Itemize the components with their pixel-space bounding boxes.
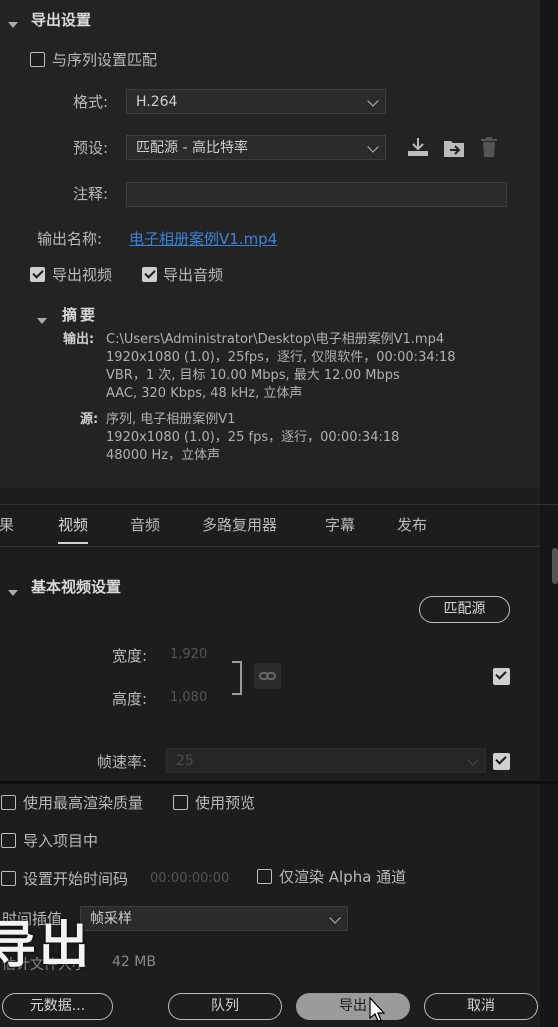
tab-publish[interactable]: 发布 [397,514,427,535]
export-video-label: 导出视频 [52,266,113,284]
comments-label: 注释: [73,185,109,203]
estimated-file-size-value: 42 MB [112,954,156,970]
import-into-project-checkbox[interactable] [1,833,16,848]
summary-output-label: 输出: [63,332,95,347]
match-sequence-checkbox[interactable] [30,52,45,67]
max-render-quality-label: 使用最高渲染质量 [23,794,144,812]
export-button[interactable]: 导出 [296,993,410,1020]
chevron-down-icon [467,754,479,766]
format-select[interactable]: H.264 [126,89,386,114]
link-dimensions-icon[interactable] [254,663,281,689]
preset-value: 匹配源 - 高比特率 [136,140,248,156]
format-value: H.264 [136,94,178,110]
match-source-button[interactable]: 匹配源 [419,596,510,623]
summary-source-line: 48000 Hz，立体声 [106,448,221,463]
chevron-down-icon [329,912,341,924]
max-render-quality-checkbox[interactable] [1,795,16,810]
output-name-label: 输出名称: [37,230,103,248]
export-video-checkbox[interactable] [30,267,45,282]
set-start-timecode-label: 设置开始时间码 [23,870,129,888]
export-audio-label: 导出音频 [163,266,224,284]
summary-collapse-icon[interactable] [37,310,47,328]
tab-video[interactable]: 视频 [58,514,89,544]
time-interpolation-select[interactable]: 帧采样 [80,906,348,931]
use-previews-checkbox[interactable] [173,795,188,810]
start-timecode-value[interactable]: 00:00:00:00 [150,871,229,886]
summary-source-label: 源: [80,412,99,427]
match-sequence-label: 与序列设置匹配 [52,51,158,69]
import-into-project-label: 导入项目中 [23,832,99,850]
summary-output-line: C:\Users\Administrator\Desktop\电子相册案例V1.… [106,332,445,347]
frame-rate-match-checkbox[interactable] [493,753,510,770]
use-previews-label: 使用预览 [195,794,256,812]
render-alpha-only-checkbox[interactable] [257,869,272,884]
preset-select[interactable]: 匹配源 - 高比特率 [126,135,386,160]
frame-rate-select[interactable]: 25 [166,748,486,773]
save-preset-icon[interactable] [406,136,430,158]
render-alpha-only-label: 仅渲染 Alpha 通道 [279,868,407,886]
summary-output: C:\Users\Administrator\Desktop\电子相册案例V1.… [106,331,456,403]
tab-audio[interactable]: 音频 [130,514,160,535]
preset-label: 预设: [73,139,109,157]
scrollbar-thumb[interactable] [552,548,558,584]
metadata-button[interactable]: 元数据... [2,993,113,1020]
summary-source: 序列, 电子相册案例V1 1920x1080 (1.0)，25 fps，逐行，0… [106,411,399,465]
width-match-checkbox[interactable] [493,668,510,685]
width-value[interactable]: 1,920 [170,647,207,662]
divider [0,504,558,505]
video-section-collapse-icon[interactable] [8,582,18,600]
frame-rate-value: 25 [176,753,194,769]
export-settings-title: 导出设置 [31,11,92,29]
frame-rate-label: 帧速率: [97,753,148,771]
cancel-button[interactable]: 取消 [424,993,538,1020]
output-name-link[interactable]: 电子相册案例V1.mp4 [129,228,277,249]
set-start-timecode-checkbox[interactable] [1,871,16,886]
scrollbar-track[interactable] [540,0,558,1027]
summary-output-line: AAC, 320 Kbps, 48 kHz, 立体声 [106,386,303,401]
queue-button[interactable]: 队列 [168,993,282,1020]
divider [0,781,558,784]
chevron-down-icon [367,95,379,107]
divider [0,546,540,547]
mouse-cursor-icon [368,996,386,1027]
time-interpolation-value: 帧采样 [90,911,132,927]
tab-captions[interactable]: 字幕 [325,514,355,535]
height-value[interactable]: 1,080 [170,690,207,705]
summary-output-line: 1920x1080 (1.0)，25fps，逐行, 仅限软件，00:00:34:… [106,350,456,365]
summary-output-line: VBR，1 次, 目标 10.00 Mbps, 最大 12.00 Mbps [106,368,400,383]
summary-source-line: 序列, 电子相册案例V1 [106,412,236,427]
comments-input[interactable] [126,182,507,207]
basic-video-settings-title: 基本视频设置 [31,578,122,596]
collapse-icon[interactable] [8,14,18,32]
tab-effects[interactable]: 效果 [0,514,14,535]
width-label: 宽度: [112,647,148,665]
import-preset-icon[interactable] [442,137,466,159]
delete-preset-icon[interactable] [479,136,499,158]
summary-source-line: 1920x1080 (1.0)，25 fps，逐行，00:00:34:18 [106,430,400,445]
summary-title: 摘要 [62,306,99,324]
export-audio-checkbox[interactable] [142,267,157,282]
tab-multiplexer[interactable]: 多路复用器 [202,514,277,535]
chevron-down-icon [367,141,379,153]
height-label: 高度: [112,690,148,708]
link-bracket [232,661,242,695]
format-label: 格式: [73,93,109,111]
overlay-caption: 导出 [0,916,92,974]
